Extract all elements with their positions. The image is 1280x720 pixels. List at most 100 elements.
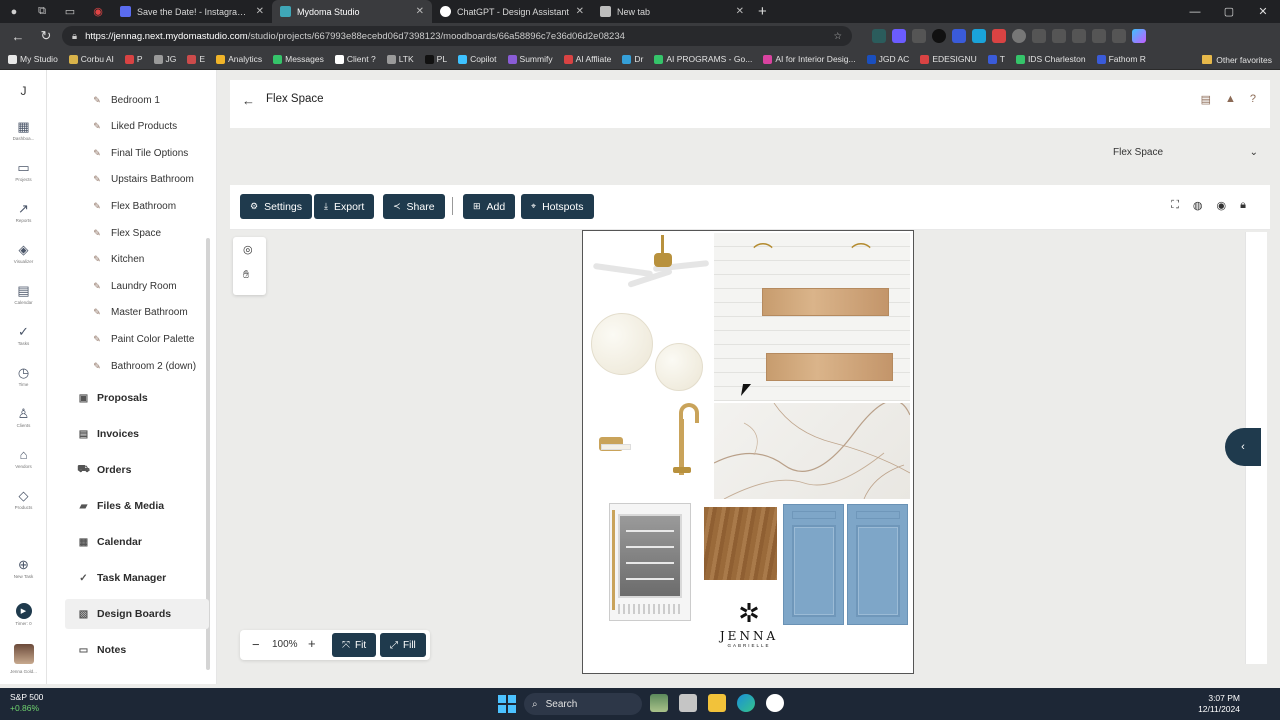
download-icon[interactable] <box>1072 29 1086 43</box>
bookmark-item[interactable]: AI Affliate <box>563 54 611 64</box>
close-tab-icon[interactable]: ✕ <box>736 6 744 17</box>
share-button[interactable]: ≺ Share <box>383 194 445 219</box>
bookmark-item[interactable]: Corbu AI <box>68 54 114 64</box>
tab-mydoma[interactable]: Mydoma Studio ✕ <box>272 0 432 23</box>
panel-toggle-button[interactable]: ‹ <box>1225 428 1261 466</box>
refresh-icon[interactable]: ↻ <box>34 25 58 47</box>
file-explorer-icon[interactable] <box>708 694 726 712</box>
new-tab-icon[interactable]: + <box>758 3 767 20</box>
sidebar-item-notes[interactable]: ▭ Notes <box>78 639 208 661</box>
close-tab-icon[interactable]: ✕ <box>416 6 424 17</box>
sidebar-item-calendar[interactable]: ▦ Calendar <box>78 531 208 553</box>
tab-actions-icon[interactable]: ▭ <box>56 0 84 23</box>
rail-item[interactable]: ◷ Time <box>0 366 47 388</box>
extension-icon[interactable] <box>992 29 1006 43</box>
close-tab-icon[interactable]: ✕ <box>576 6 584 17</box>
faucet-image[interactable] <box>665 403 705 475</box>
task-view-icon[interactable] <box>679 694 697 712</box>
bookmark-item[interactable]: AI PROGRAMS - Go... <box>654 54 752 64</box>
sidebar-item-proposals[interactable]: ▣ Proposals <box>78 387 208 409</box>
select-tool-icon[interactable]: ◎ <box>243 243 253 256</box>
chat-icon[interactable]: ▤ <box>1201 93 1211 106</box>
bookmark-item[interactable]: IDS Charleston <box>1015 54 1086 64</box>
stock-widget[interactable]: S&P 500 +0.86% <box>10 692 43 714</box>
rail-item[interactable]: ▤ Calendar <box>0 284 47 306</box>
extensions-puzzle-icon[interactable] <box>1092 29 1106 43</box>
rail-item[interactable]: ◈ Visualizer <box>0 243 47 265</box>
sidebar-item-design-boards[interactable]: ▧ Design Boards <box>65 599 209 629</box>
rail-item[interactable]: ♙ Clients <box>0 407 47 429</box>
tab-chatgpt[interactable]: ChatGPT - Design Assistant ✕ <box>432 0 592 23</box>
taskbar-search[interactable]: ⌕ Search <box>524 693 642 715</box>
export-button[interactable]: ⤓ Export <box>314 194 375 219</box>
beverage-fridge-image[interactable] <box>609 503 691 621</box>
browser-menu-icon[interactable] <box>1112 29 1126 43</box>
close-window-icon[interactable]: ✕ <box>1246 0 1280 23</box>
rail-item[interactable]: ✓ Tasks <box>0 325 47 347</box>
bookmark-item[interactable]: PL <box>424 54 447 64</box>
bookmark-item[interactable]: T <box>987 54 1005 64</box>
board-list-item[interactable]: ✎ Bedroom 1 <box>93 91 160 109</box>
recording-icon[interactable]: ◉ <box>84 0 112 23</box>
fill-button[interactable]: ⤢ Fill <box>380 633 426 657</box>
bookmark-item[interactable]: JGD AC <box>866 54 909 64</box>
cabinet-pull-image[interactable] <box>601 444 631 450</box>
eye-icon[interactable]: ◉ <box>1217 199 1227 212</box>
bookmark-item[interactable]: Fathom R <box>1096 54 1146 64</box>
board-list-item[interactable]: ✎ Flex Bathroom <box>93 197 176 215</box>
extension-icon[interactable] <box>872 29 886 43</box>
sidebar-item-task-manager[interactable]: ✓ Task Manager <box>78 567 208 589</box>
globe-icon[interactable]: ◍ <box>1193 199 1203 212</box>
bookmark-item[interactable]: Analytics <box>216 54 262 64</box>
help-icon[interactable]: ? <box>1250 93 1256 106</box>
bookmark-item[interactable]: AI for Interior Desig... <box>763 54 856 64</box>
bookmark-item[interactable]: JG <box>153 54 176 64</box>
profile-icon[interactable]: ● <box>0 0 28 23</box>
minimize-icon[interactable]: — <box>1178 0 1212 23</box>
board-list-item[interactable]: ✎ Flex Space <box>93 224 161 242</box>
url-field[interactable]: 🔒︎ https://jennag.next.mydomastudio.com/… <box>62 26 852 46</box>
bookmark-item[interactable]: Copilot <box>458 54 497 64</box>
board-list-item[interactable]: ✎ Paint Color Palette <box>93 330 194 348</box>
bookmark-item[interactable]: My Studio <box>8 54 58 64</box>
new-task-button[interactable]: ⊕ New Task <box>0 558 47 580</box>
maximize-icon[interactable]: ▢ <box>1212 0 1246 23</box>
bookmark-item[interactable]: Messages <box>273 54 324 64</box>
board-list-item[interactable]: ✎ Final Tile Options <box>93 144 188 162</box>
blue-cabinet-door-image[interactable] <box>783 504 844 625</box>
moodboard[interactable]: ⌒ ⌒ ✲ JENNA GABRIELLE <box>582 230 914 674</box>
extension-icon[interactable] <box>1032 29 1046 43</box>
rail-item[interactable]: ⌂ Vendors <box>0 448 47 470</box>
bookmark-item[interactable]: EDESIGNU <box>920 54 977 64</box>
favorite-star-icon[interactable]: ☆ <box>833 31 842 42</box>
favorites-icon[interactable] <box>1052 29 1066 43</box>
zoom-out-button[interactable]: − <box>252 637 260 652</box>
zoom-in-button[interactable]: + <box>308 636 316 651</box>
board-list-item[interactable]: ✎ Master Bathroom <box>93 304 187 322</box>
rail-item[interactable]: ▭ Projects <box>0 161 47 183</box>
extension-icon[interactable] <box>1012 29 1026 43</box>
windows-start-icon[interactable] <box>498 695 516 713</box>
extension-icon[interactable] <box>892 29 906 43</box>
marble-countertop-image[interactable] <box>714 403 910 499</box>
back-arrow-icon[interactable]: ← <box>242 93 255 108</box>
sidebar-item-orders[interactable]: ⛟ Orders <box>77 459 208 481</box>
board-list-item[interactable]: ✎ Bathroom 2 (down) <box>93 357 196 375</box>
board-list-item[interactable]: ✎ Laundry Room <box>93 277 176 295</box>
sconce-image[interactable]: ⌒ <box>753 237 773 266</box>
back-icon[interactable]: ← <box>6 25 30 47</box>
wood-shelf-image[interactable] <box>762 288 889 316</box>
rail-item[interactable]: ↗ Reports <box>0 202 47 224</box>
fullscreen-icon[interactable]: ⛶ <box>1171 199 1179 212</box>
extension-icon[interactable] <box>932 29 946 43</box>
timer-button[interactable]: ▶ Timer: 0 <box>0 602 47 626</box>
settings-button[interactable]: ⚙ Settings <box>240 194 313 219</box>
rail-item[interactable]: ◇ Products <box>0 489 47 511</box>
blue-cabinet-door-image[interactable] <box>847 504 908 625</box>
hotspots-button[interactable]: ⌖ Hotspots <box>521 194 594 219</box>
edge-icon[interactable] <box>737 694 755 712</box>
other-favorites[interactable]: Other favorites <box>1196 49 1272 69</box>
sconce-image[interactable]: ⌒ <box>851 237 871 266</box>
landscape-widget-icon[interactable] <box>650 694 668 712</box>
wood-shelf-image[interactable] <box>766 353 893 381</box>
